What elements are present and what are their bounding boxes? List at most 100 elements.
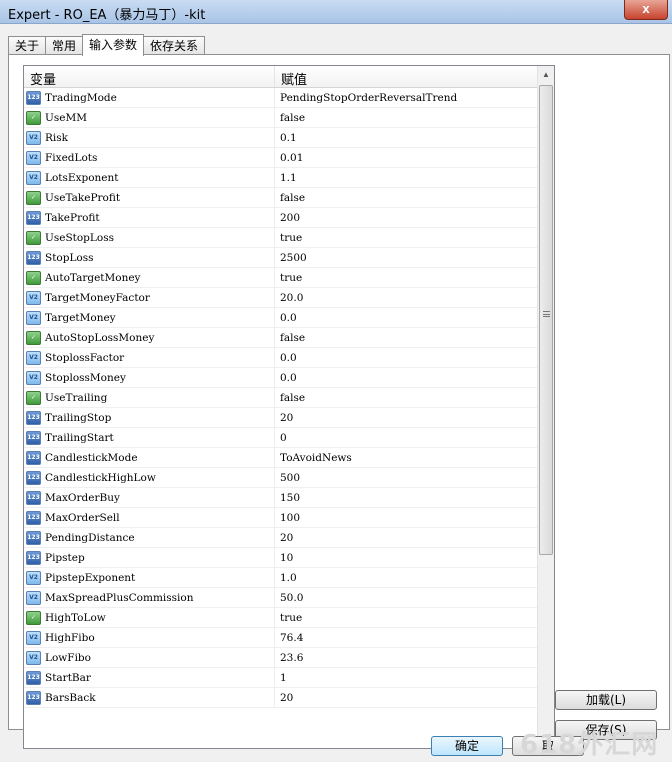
value-cell[interactable]: true [275,228,538,247]
table-row[interactable]: 123 TrailingStart 0 [24,428,538,448]
tab-strip: 关于 常用 输入参数 依存关系 [8,34,206,56]
value-cell[interactable]: 0.0 [275,308,538,327]
watermark: 618外汇网 [520,730,659,760]
table-row[interactable]: V2 TargetMoney 0.0 [24,308,538,328]
table-row[interactable]: ✓ AutoTargetMoney true [24,268,538,288]
value-cell[interactable]: true [275,608,538,627]
table-row[interactable]: V2 TargetMoneyFactor 20.0 [24,288,538,308]
ok-button[interactable]: 确定 [431,736,503,756]
table-row[interactable]: 123 StartBar 1 [24,668,538,688]
value-cell[interactable]: 1.1 [275,168,538,187]
bool-icon: ✓ [26,110,41,125]
table-row[interactable]: 123 MaxOrderBuy 150 [24,488,538,508]
table-row[interactable]: 123 StopLoss 2500 [24,248,538,268]
value-cell[interactable]: false [275,388,538,407]
variable-name: TrailingStop [45,411,112,424]
table-row[interactable]: 123 TakeProfit 200 [24,208,538,228]
value-cell[interactable]: 20 [275,408,538,427]
value-cell[interactable]: 23.6 [275,648,538,667]
scroll-up-arrow-icon[interactable]: ▲ [538,66,554,83]
variable-name: MaxSpreadPlusCommission [45,591,194,604]
tab-common[interactable]: 常用 [45,36,84,55]
table-row[interactable]: 123 CandlestickHighLow 500 [24,468,538,488]
scroll-thumb[interactable] [539,85,553,555]
double-icon: V2 [26,170,41,185]
variable-cell: V2 LowFibo [24,648,275,667]
variable-name: TakeProfit [45,211,100,224]
variable-name: PendingDistance [45,531,135,544]
table-row[interactable]: ✓ UseMM false [24,108,538,128]
value-cell[interactable]: 76.4 [275,628,538,647]
value-cell[interactable]: 0.1 [275,128,538,147]
int-icon: 123 [26,450,41,465]
value-cell[interactable]: 1 [275,668,538,687]
tab-dependencies[interactable]: 依存关系 [143,36,206,55]
table-row[interactable]: 123 TrailingStop 20 [24,408,538,428]
table-row[interactable]: 123 MaxOrderSell 100 [24,508,538,528]
value-cell[interactable]: PendingStopOrderReversalTrend [275,88,538,107]
variable-name: FixedLots [45,151,98,164]
value-cell[interactable]: 0 [275,428,538,447]
value-cell[interactable]: 2500 [275,248,538,267]
value-cell[interactable]: 20 [275,528,538,547]
table-row[interactable]: 123 PendingDistance 20 [24,528,538,548]
table-row[interactable]: V2 MaxSpreadPlusCommission 50.0 [24,588,538,608]
table-row[interactable]: ✓ HighToLow true [24,608,538,628]
table-row[interactable]: V2 LotsExponent 1.1 [24,168,538,188]
double-icon: V2 [26,350,41,365]
value-cell[interactable]: 0.0 [275,348,538,367]
table-row[interactable]: V2 LowFibo 23.6 [24,648,538,668]
tab-about[interactable]: 关于 [8,36,47,55]
table-row[interactable]: V2 PipstepExponent 1.0 [24,568,538,588]
value-cell[interactable]: false [275,108,538,127]
value-cell[interactable]: 1.0 [275,568,538,587]
variable-cell: 123 CandlestickHighLow [24,468,275,487]
tab-inputs[interactable]: 输入参数 [82,34,145,56]
variable-cell: V2 LotsExponent [24,168,275,187]
variable-name: TargetMoneyFactor [45,291,150,304]
double-icon: V2 [26,130,41,145]
table-row[interactable]: ✓ AutoStopLossMoney false [24,328,538,348]
double-icon: V2 [26,310,41,325]
value-cell[interactable]: false [275,328,538,347]
variable-name: UseStopLoss [45,231,114,244]
int-icon: 123 [26,470,41,485]
double-icon: V2 [26,630,41,645]
table-row[interactable]: V2 StoplossMoney 0.0 [24,368,538,388]
close-button[interactable]: x [624,0,668,20]
table-row[interactable]: V2 Risk 0.1 [24,128,538,148]
column-header-value[interactable]: 赋值 [275,66,554,88]
load-button[interactable]: 加载(L) [555,690,657,710]
value-cell[interactable]: 0.01 [275,148,538,167]
table-row[interactable]: 123 CandlestickMode ToAvoidNews [24,448,538,468]
table-row[interactable]: ✓ UseTakeProfit false [24,188,538,208]
variable-cell: ✓ AutoStopLossMoney [24,328,275,347]
variable-cell: 123 StartBar [24,668,275,687]
table-row[interactable]: 123 BarsBack 20 [24,688,538,708]
value-cell[interactable]: ToAvoidNews [275,448,538,467]
table-row[interactable]: V2 HighFibo 76.4 [24,628,538,648]
variable-cell: V2 StoplossMoney [24,368,275,387]
value-cell[interactable]: 50.0 [275,588,538,607]
value-cell[interactable]: 20 [275,688,538,707]
column-header-variable[interactable]: 变量 [24,66,275,88]
value-cell[interactable]: 20.0 [275,288,538,307]
value-cell[interactable]: true [275,268,538,287]
inputs-panel: 变量 赋值 123 TradingMode PendingStopOrderReve… [8,54,670,749]
table-row[interactable]: V2 StoplossFactor 0.0 [24,348,538,368]
value-cell[interactable]: 0.0 [275,368,538,387]
table-row[interactable]: 123 TradingMode PendingStopOrderReversalTr… [24,88,538,108]
table-row[interactable]: V2 FixedLots 0.01 [24,148,538,168]
value-cell[interactable]: 500 [275,468,538,487]
value-cell[interactable]: 10 [275,548,538,567]
value-cell[interactable]: 200 [275,208,538,227]
table-row[interactable]: ✓ UseTrailing false [24,388,538,408]
table-row[interactable]: 123 Pipstep 10 [24,548,538,568]
variable-cell: ✓ AutoTargetMoney [24,268,275,287]
value-cell[interactable]: 150 [275,488,538,507]
value-cell[interactable]: 100 [275,508,538,527]
vertical-scrollbar[interactable]: ▲ ▼ [537,66,554,748]
value-cell[interactable]: false [275,188,538,207]
table-row[interactable]: ✓ UseStopLoss true [24,228,538,248]
variable-name: Pipstep [45,551,85,564]
